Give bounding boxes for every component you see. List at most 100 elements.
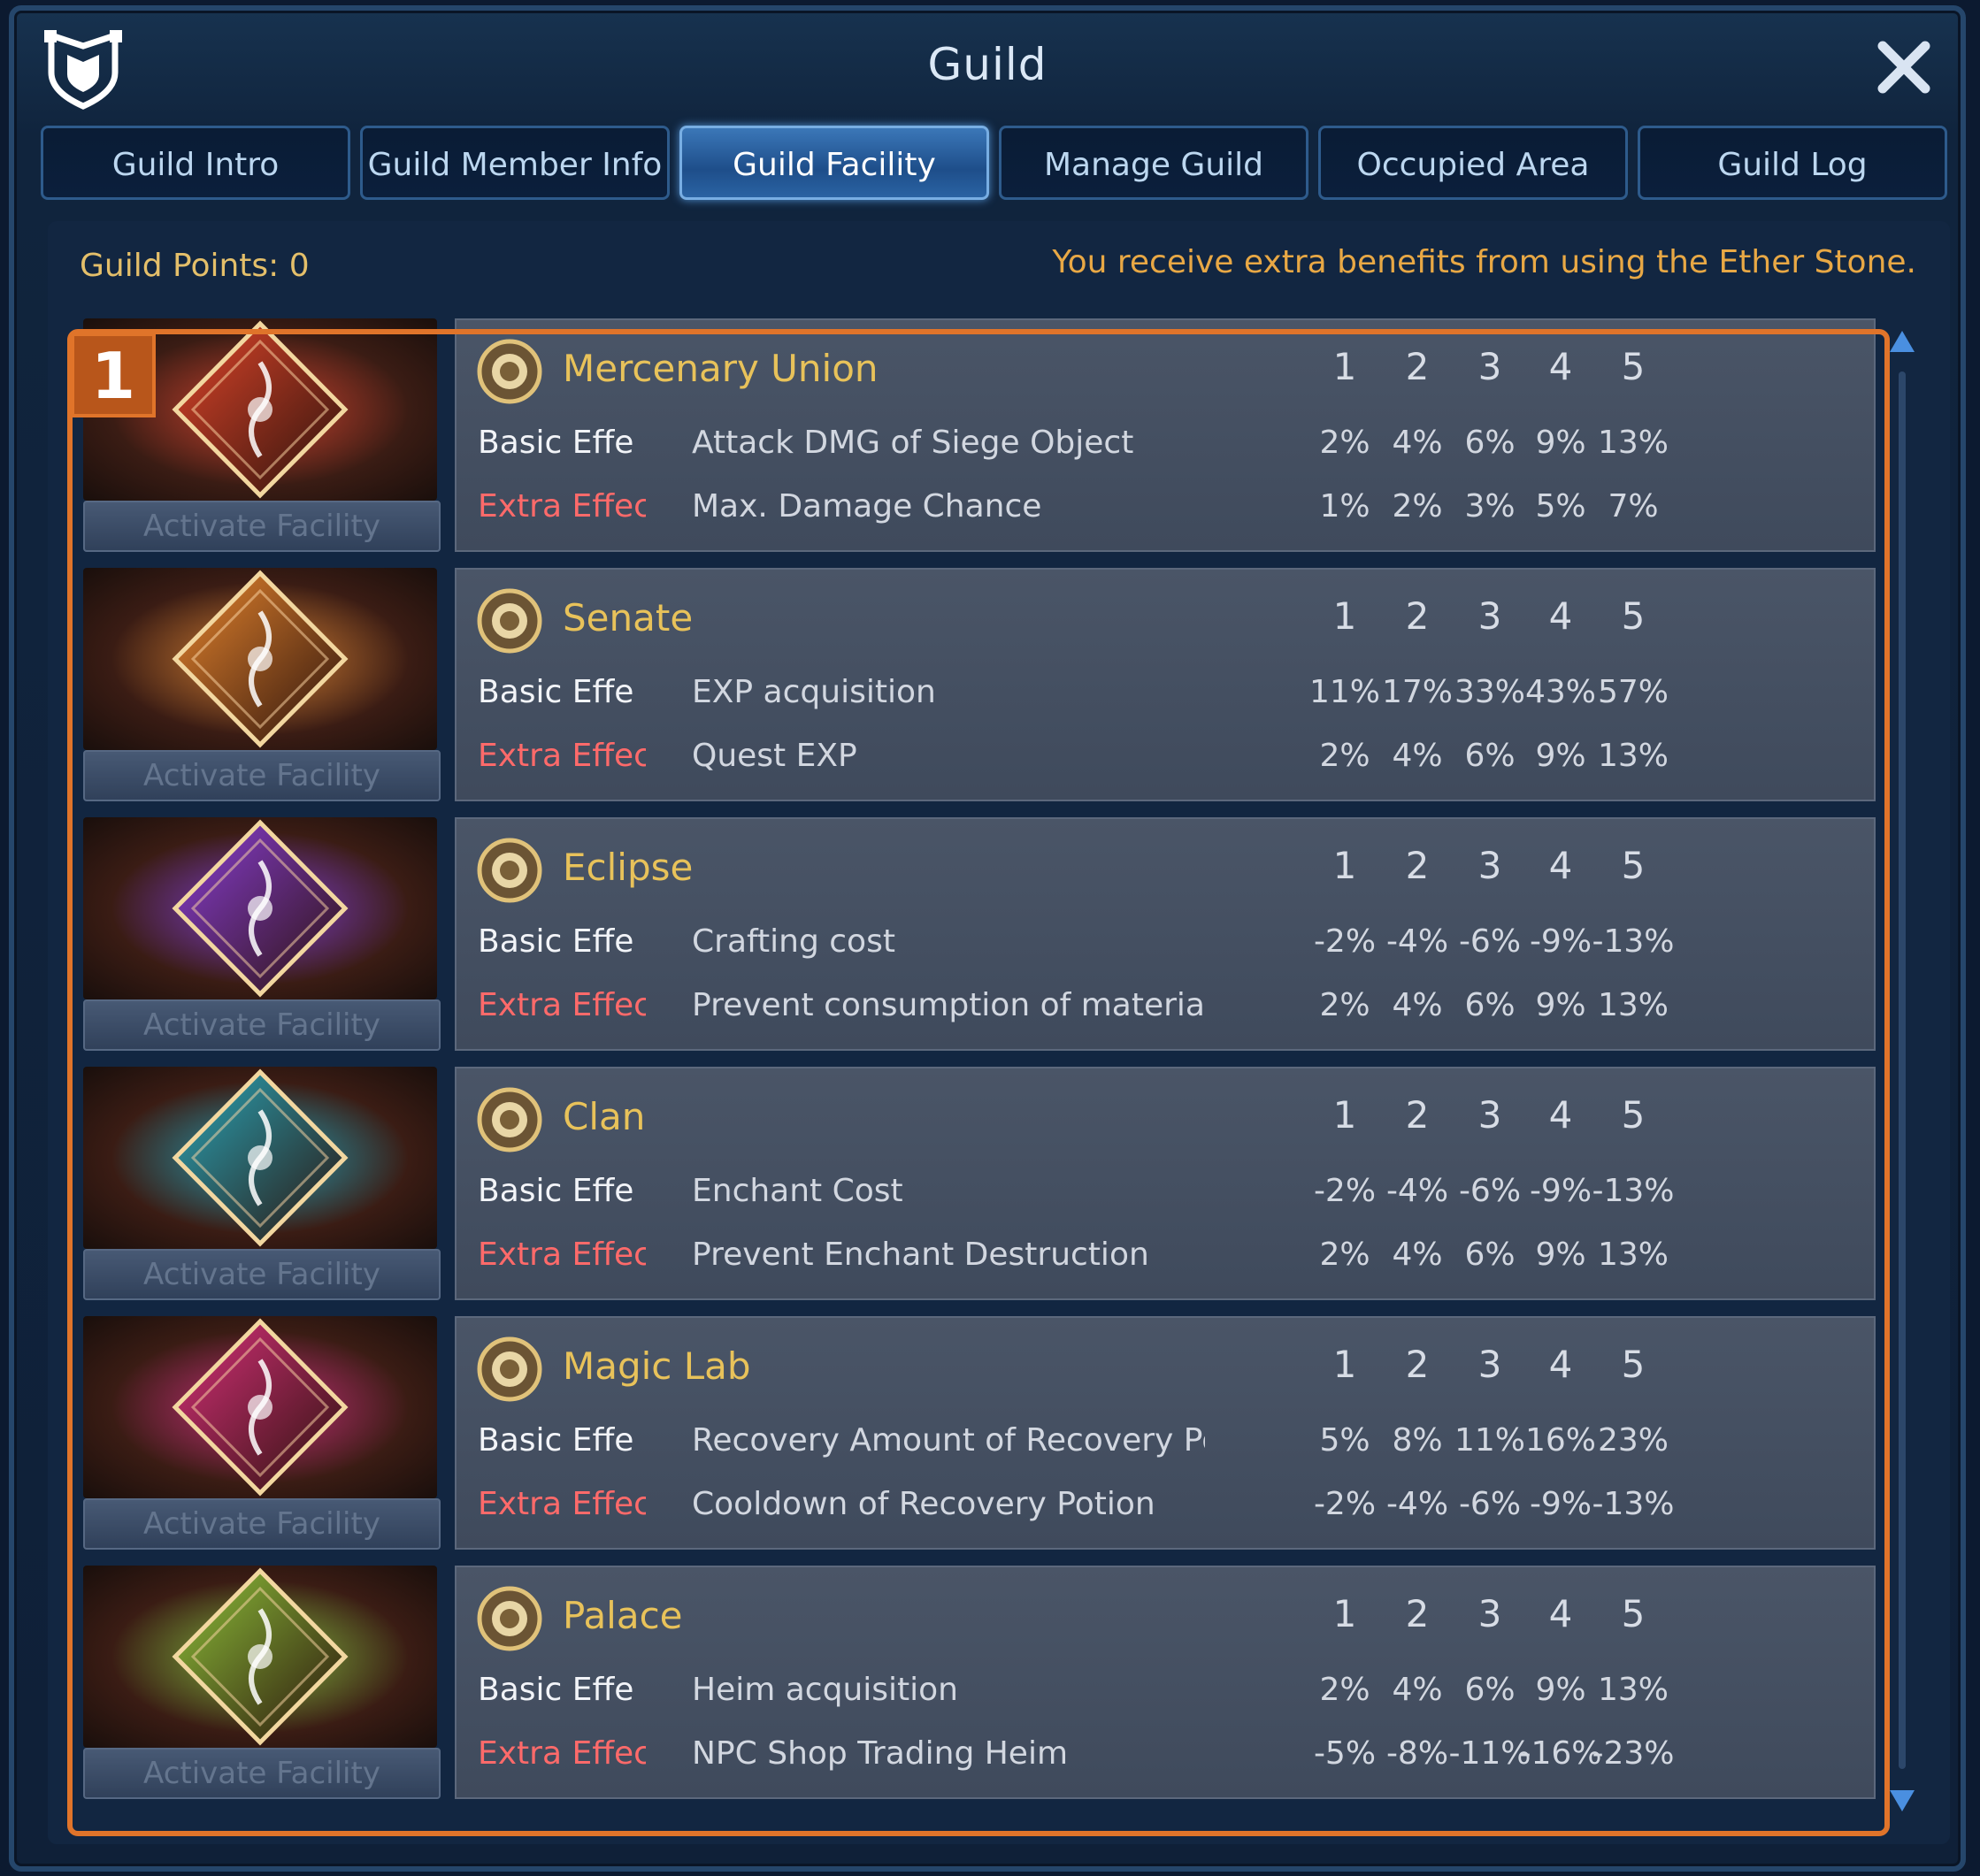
tab-occupied-area[interactable]: Occupied Area [1318, 126, 1628, 200]
guild-window: Guild Guild Intro Guild Member Info Guil… [9, 5, 1966, 1872]
facility-info: Clan 12345 Basic Effe Enchant Cost -2% -4… [455, 1067, 1876, 1300]
basic-effect-label: Basic Effe [478, 674, 634, 710]
activate-facility-button[interactable]: Activate Facility [83, 1498, 441, 1550]
extra-effect-label: Extra Effec [478, 738, 646, 774]
scrollbar[interactable] [1884, 318, 1920, 1822]
basic-effect-value: 23% [1597, 1422, 1669, 1459]
level-header: 5 [1621, 1343, 1646, 1386]
basic-effect-desc: Heim acquisition [692, 1672, 958, 1708]
close-icon[interactable] [1872, 35, 1936, 99]
tab-bar: Guild Intro Guild Member Info Guild Faci… [41, 126, 1961, 205]
facility-icon-box [83, 817, 437, 999]
senate-griffin-emblem-icon [83, 568, 437, 750]
facility-info: Palace 12345 Basic Effe Heim acquisition… [455, 1566, 1876, 1799]
window-title: Guild [927, 39, 1048, 90]
level-header: 5 [1621, 1093, 1646, 1137]
extra-effect-label: Extra Effec [478, 1735, 646, 1772]
basic-effect-desc: Crafting cost [692, 923, 895, 960]
facility-info: Eclipse 12345 Basic Effe Crafting cost -… [455, 817, 1876, 1051]
extra-effect-value: -13% [1592, 1486, 1675, 1522]
tab-guild-log[interactable]: Guild Log [1638, 126, 1947, 200]
facility-icon-box [83, 1316, 437, 1498]
basic-effect-desc: Recovery Amount of Recovery Po [692, 1422, 1205, 1459]
annotation-badge: 1 [71, 333, 156, 417]
level-header: 5 [1621, 345, 1646, 388]
extra-effect-desc: Quest EXP [692, 738, 857, 774]
basic-effect-label: Basic Effe [478, 425, 634, 461]
scroll-track[interactable] [1899, 371, 1906, 1769]
facility-name: Eclipse [563, 846, 694, 889]
facility-info: Magic Lab 12345 Basic Effe Recovery Amou… [455, 1316, 1876, 1550]
facility-info: Senate 12345 Basic Effe EXP acquisition … [455, 568, 1876, 801]
extra-effect-desc: Prevent Enchant Destruction [692, 1237, 1149, 1273]
facility-row: Activate Facility Eclipse 12345 Basic Ef… [69, 817, 1883, 1054]
facility-icon-box [83, 1067, 437, 1249]
extra-effect-value: 7% [1608, 488, 1659, 525]
tab-guild-intro[interactable]: Guild Intro [41, 126, 350, 200]
basic-effect-label: Basic Effe [478, 1672, 634, 1708]
activate-facility-button[interactable]: Activate Facility [83, 999, 441, 1051]
extra-effect-label: Extra Effec [478, 1237, 646, 1273]
activate-facility-button[interactable]: Activate Facility [83, 750, 441, 801]
magic-lab-emblem-icon [83, 1316, 437, 1498]
facility-row: Activate Facility Senate 12345 Basic Eff… [69, 568, 1883, 805]
level-header: 5 [1621, 1592, 1646, 1635]
activate-facility-button[interactable]: Activate Facility [83, 1249, 441, 1300]
tab-guild-member-info[interactable]: Guild Member Info [360, 126, 670, 200]
facility-panel: Guild Points: 0 You receive extra benefi… [48, 221, 1950, 1844]
scroll-down-icon[interactable] [1886, 1783, 1918, 1819]
extra-effect-value: 13% [1597, 987, 1669, 1023]
extra-effect-desc: Max. Damage Chance [692, 488, 1042, 525]
level-header: 5 [1621, 844, 1646, 887]
activate-facility-button[interactable]: Activate Facility [83, 1748, 441, 1799]
facility-name: Senate [563, 596, 694, 639]
facility-name: Magic Lab [563, 1344, 751, 1388]
facility-name: Mercenary Union [563, 347, 879, 390]
extra-effect-value: -23% [1592, 1735, 1675, 1772]
facility-row: Activate Facility Palace 12345 Basic Eff… [69, 1566, 1883, 1803]
basic-effect-desc: Attack DMG of Siege Object [692, 425, 1134, 461]
facility-icon-box [83, 568, 437, 750]
basic-effect-value: -13% [1592, 923, 1675, 960]
facility-list: Activate Facility Mercenary Union 12345 … [69, 318, 1883, 1831]
facility-name: Clan [563, 1095, 646, 1138]
eclipse-emblem-icon [83, 817, 437, 999]
title-bar: Guild [14, 11, 1961, 120]
activate-facility-button[interactable]: Activate Facility [83, 501, 441, 552]
basic-effect-desc: Enchant Cost [692, 1173, 903, 1209]
facility-coin-icon [477, 1336, 542, 1402]
facility-coin-icon [477, 838, 542, 903]
basic-effect-label: Basic Effe [478, 923, 634, 960]
facility-row: Activate Facility Magic Lab 12345 Basic … [69, 1316, 1883, 1553]
facility-coin-icon [477, 339, 542, 404]
facility-info: Mercenary Union 12345 Basic Effe Attack … [455, 318, 1876, 552]
basic-effect-value: 13% [1597, 425, 1669, 461]
extra-effect-desc: Prevent consumption of material w [692, 987, 1205, 1023]
facility-coin-icon [477, 1087, 542, 1152]
extra-effect-label: Extra Effec [478, 987, 646, 1023]
guild-points: Guild Points: 0 [80, 248, 310, 284]
tab-manage-guild[interactable]: Manage Guild [999, 126, 1308, 200]
ether-stone-note: You receive extra benefits from using th… [1052, 244, 1916, 280]
basic-effect-label: Basic Effe [478, 1422, 634, 1459]
basic-effect-label: Basic Effe [478, 1173, 634, 1209]
extra-effect-desc: Cooldown of Recovery Potion [692, 1486, 1155, 1522]
basic-effect-value: 57% [1597, 674, 1669, 710]
facility-row: Activate Facility Clan 12345 Basic Effe … [69, 1067, 1883, 1304]
basic-effect-value: 13% [1597, 1672, 1669, 1708]
clan-emblem-icon [83, 1067, 437, 1249]
facility-icon-box [83, 1566, 437, 1748]
palace-emblem-icon [83, 1566, 437, 1748]
tab-guild-facility[interactable]: Guild Facility [679, 126, 989, 200]
extra-effect-value: 13% [1597, 1237, 1669, 1273]
facility-name: Palace [563, 1594, 683, 1637]
facility-coin-icon [477, 1586, 542, 1651]
scroll-up-icon[interactable] [1886, 324, 1918, 359]
extra-effect-desc: NPC Shop Trading Heim [692, 1735, 1069, 1772]
extra-effect-label: Extra Effec [478, 1486, 646, 1522]
facility-coin-icon [477, 588, 542, 654]
extra-effect-label: Extra Effec [478, 488, 646, 525]
basic-effect-desc: EXP acquisition [692, 674, 936, 710]
facility-row: Activate Facility Mercenary Union 12345 … [69, 318, 1883, 555]
extra-effect-value: 13% [1597, 738, 1669, 774]
